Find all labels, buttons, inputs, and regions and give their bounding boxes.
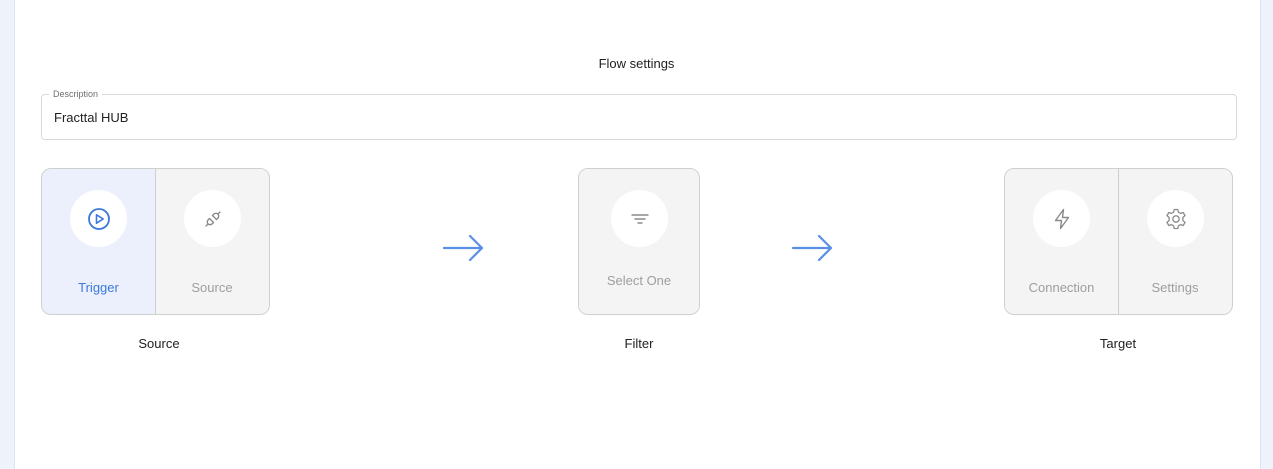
target-caption: Target — [1099, 336, 1137, 351]
settings-icon-circle — [1147, 190, 1204, 247]
filter-step-group: Select One — [578, 168, 700, 315]
source-icon-circle — [184, 190, 241, 247]
description-field[interactable]: Description Fracttal HUB — [41, 88, 1237, 140]
filter-lines-icon — [630, 213, 649, 224]
page-title: Flow settings — [598, 56, 675, 71]
settings-option[interactable]: Settings — [1118, 169, 1231, 314]
trigger-option[interactable]: Trigger — [42, 169, 155, 314]
play-circle-icon — [87, 207, 110, 230]
select-one-option[interactable]: Select One — [579, 169, 699, 314]
trigger-label: Trigger — [78, 280, 119, 295]
connection-option[interactable]: Connection — [1005, 169, 1118, 314]
connection-label: Connection — [1028, 280, 1095, 295]
source-option[interactable]: Source — [155, 169, 268, 314]
description-label: Description — [49, 88, 103, 100]
gear-icon — [1165, 208, 1186, 229]
select-one-label: Select One — [606, 273, 672, 288]
settings-label: Settings — [1151, 280, 1199, 295]
filter-caption: Filter — [624, 336, 654, 351]
arrow-right-icon — [791, 234, 833, 262]
description-value[interactable]: Fracttal HUB — [54, 110, 128, 125]
source-caption: Source — [138, 336, 180, 351]
lightning-icon — [1054, 208, 1069, 229]
target-step-group: Connection Settings — [1004, 168, 1233, 315]
source-label: Source — [191, 280, 233, 295]
trigger-icon-circle — [70, 190, 127, 247]
arrow-right-icon — [442, 234, 484, 262]
source-step-group: Trigger Source — [41, 168, 270, 315]
plug-icon — [204, 210, 221, 227]
connection-icon-circle — [1033, 190, 1090, 247]
filter-icon-circle — [611, 190, 668, 247]
